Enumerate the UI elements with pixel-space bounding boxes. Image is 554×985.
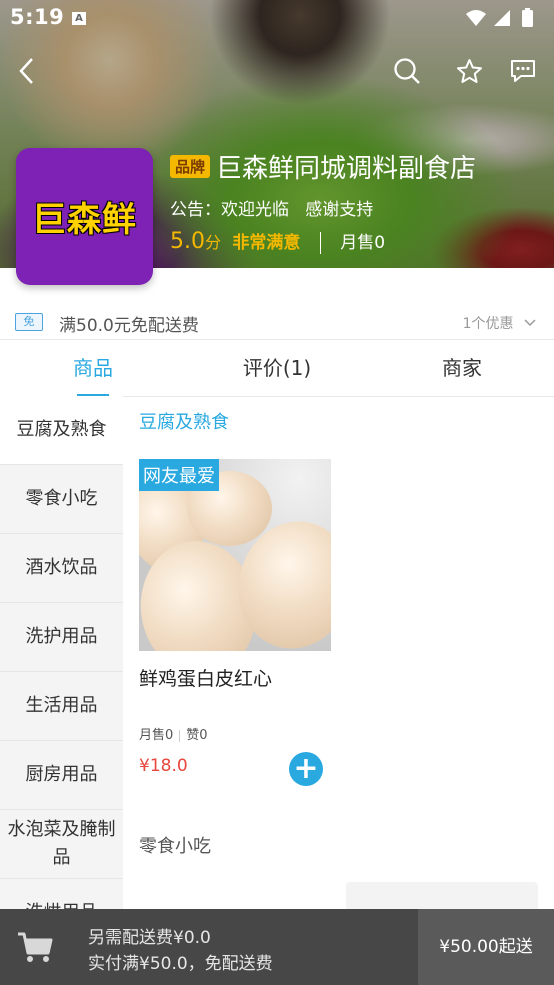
promotion-count: 1个优惠: [463, 313, 536, 333]
category-item[interactable]: 豆腐及熟食: [0, 396, 123, 465]
category-item[interactable]: 洗护用品: [0, 603, 123, 672]
free-delivery-badge: 免: [15, 313, 43, 331]
shop-logo: 巨森鲜: [16, 148, 153, 285]
chevron-down-icon: [524, 319, 536, 327]
shop-info: 品牌 巨森鲜同城调料副食店 公告：欢迎光临 感谢支持 5.0分 非常满意 月售0: [170, 148, 476, 254]
product-image[interactable]: 网友最爱: [139, 459, 331, 651]
category-item[interactable]: 洗烘用品: [0, 879, 123, 909]
divider: [319, 232, 321, 254]
star-icon[interactable]: [456, 58, 483, 88]
delivery-fee-text: 另需配送费¥0.0: [88, 928, 211, 948]
category-item[interactable]: 零食小吃: [0, 465, 123, 534]
cart-bar: 另需配送费¥0.0 实付满¥50.0，免配送费 ¥50.00起送: [0, 909, 554, 985]
brand-badge: 品牌: [170, 155, 211, 178]
signal-icon: [494, 10, 510, 26]
tab-bar: 商品 评价(1) 商家: [0, 339, 554, 397]
tab-goods[interactable]: 商品: [23, 340, 163, 396]
product-list: 豆腐及熟食 网友最爱 鲜鸡蛋白皮红心 月售0 赞0 ¥18.0 + 零食小吃: [123, 396, 554, 909]
promotion-text: 满50.0元免配送费: [59, 316, 199, 336]
free-delivery-text: 实付满¥50.0，免配送费: [88, 954, 273, 974]
tab-reviews[interactable]: 评价(1): [207, 340, 347, 396]
product-meta: 月售0 赞0: [139, 724, 208, 743]
message-icon[interactable]: [509, 58, 537, 88]
category-item[interactable]: 水泡菜及腌制品: [0, 810, 123, 879]
top-action-bar: [0, 56, 554, 86]
tab-merchant[interactable]: 商家: [392, 340, 532, 396]
product-name[interactable]: 鲜鸡蛋白皮红心: [139, 664, 272, 691]
status-bar: 5:19 A: [0, 0, 554, 36]
status-time: 5:19: [10, 5, 65, 29]
section-title: 零食小吃: [139, 836, 211, 857]
shop-notice: 公告：欢迎光临 感谢支持: [170, 200, 374, 220]
status-icons: [464, 8, 544, 34]
notification-icon: A: [72, 12, 86, 25]
shop-rating: 5.0分 非常满意 月售0: [170, 228, 476, 254]
search-icon[interactable]: [393, 57, 421, 89]
checkout-button[interactable]: ¥50.00起送: [418, 909, 554, 985]
battery-icon: [522, 10, 533, 27]
product-tag: 网友最爱: [139, 459, 219, 491]
product-likes: 赞0: [186, 728, 208, 743]
shop-name: 巨森鲜同城调料副食店: [216, 154, 477, 184]
rating-score: 5.0: [170, 229, 205, 254]
promotion-row[interactable]: 免 满50.0元免配送费 1个优惠: [0, 304, 554, 338]
category-item[interactable]: 厨房用品: [0, 741, 123, 810]
category-item[interactable]: 酒水饮品: [0, 534, 123, 603]
category-item[interactable]: 生活用品: [0, 672, 123, 741]
cart-icon[interactable]: [16, 931, 54, 969]
product-price: ¥18.0: [139, 756, 188, 776]
product-image[interactable]: [346, 882, 538, 909]
product-sales: 月售0: [139, 728, 174, 743]
back-arrow-icon[interactable]: [16, 56, 38, 90]
monthly-sales: 月售0: [340, 233, 386, 253]
section-title: 豆腐及熟食: [139, 412, 229, 433]
satisfaction-label: 非常满意: [232, 233, 301, 253]
rating-unit: 分: [205, 233, 222, 252]
category-sidebar: 豆腐及熟食 零食小吃 酒水饮品 洗护用品 生活用品 厨房用品 水泡菜及腌制品 洗…: [0, 396, 123, 909]
shop-logo-text: 巨森鲜: [32, 200, 137, 240]
wifi-icon: [466, 10, 486, 26]
add-to-cart-button[interactable]: +: [289, 752, 323, 786]
